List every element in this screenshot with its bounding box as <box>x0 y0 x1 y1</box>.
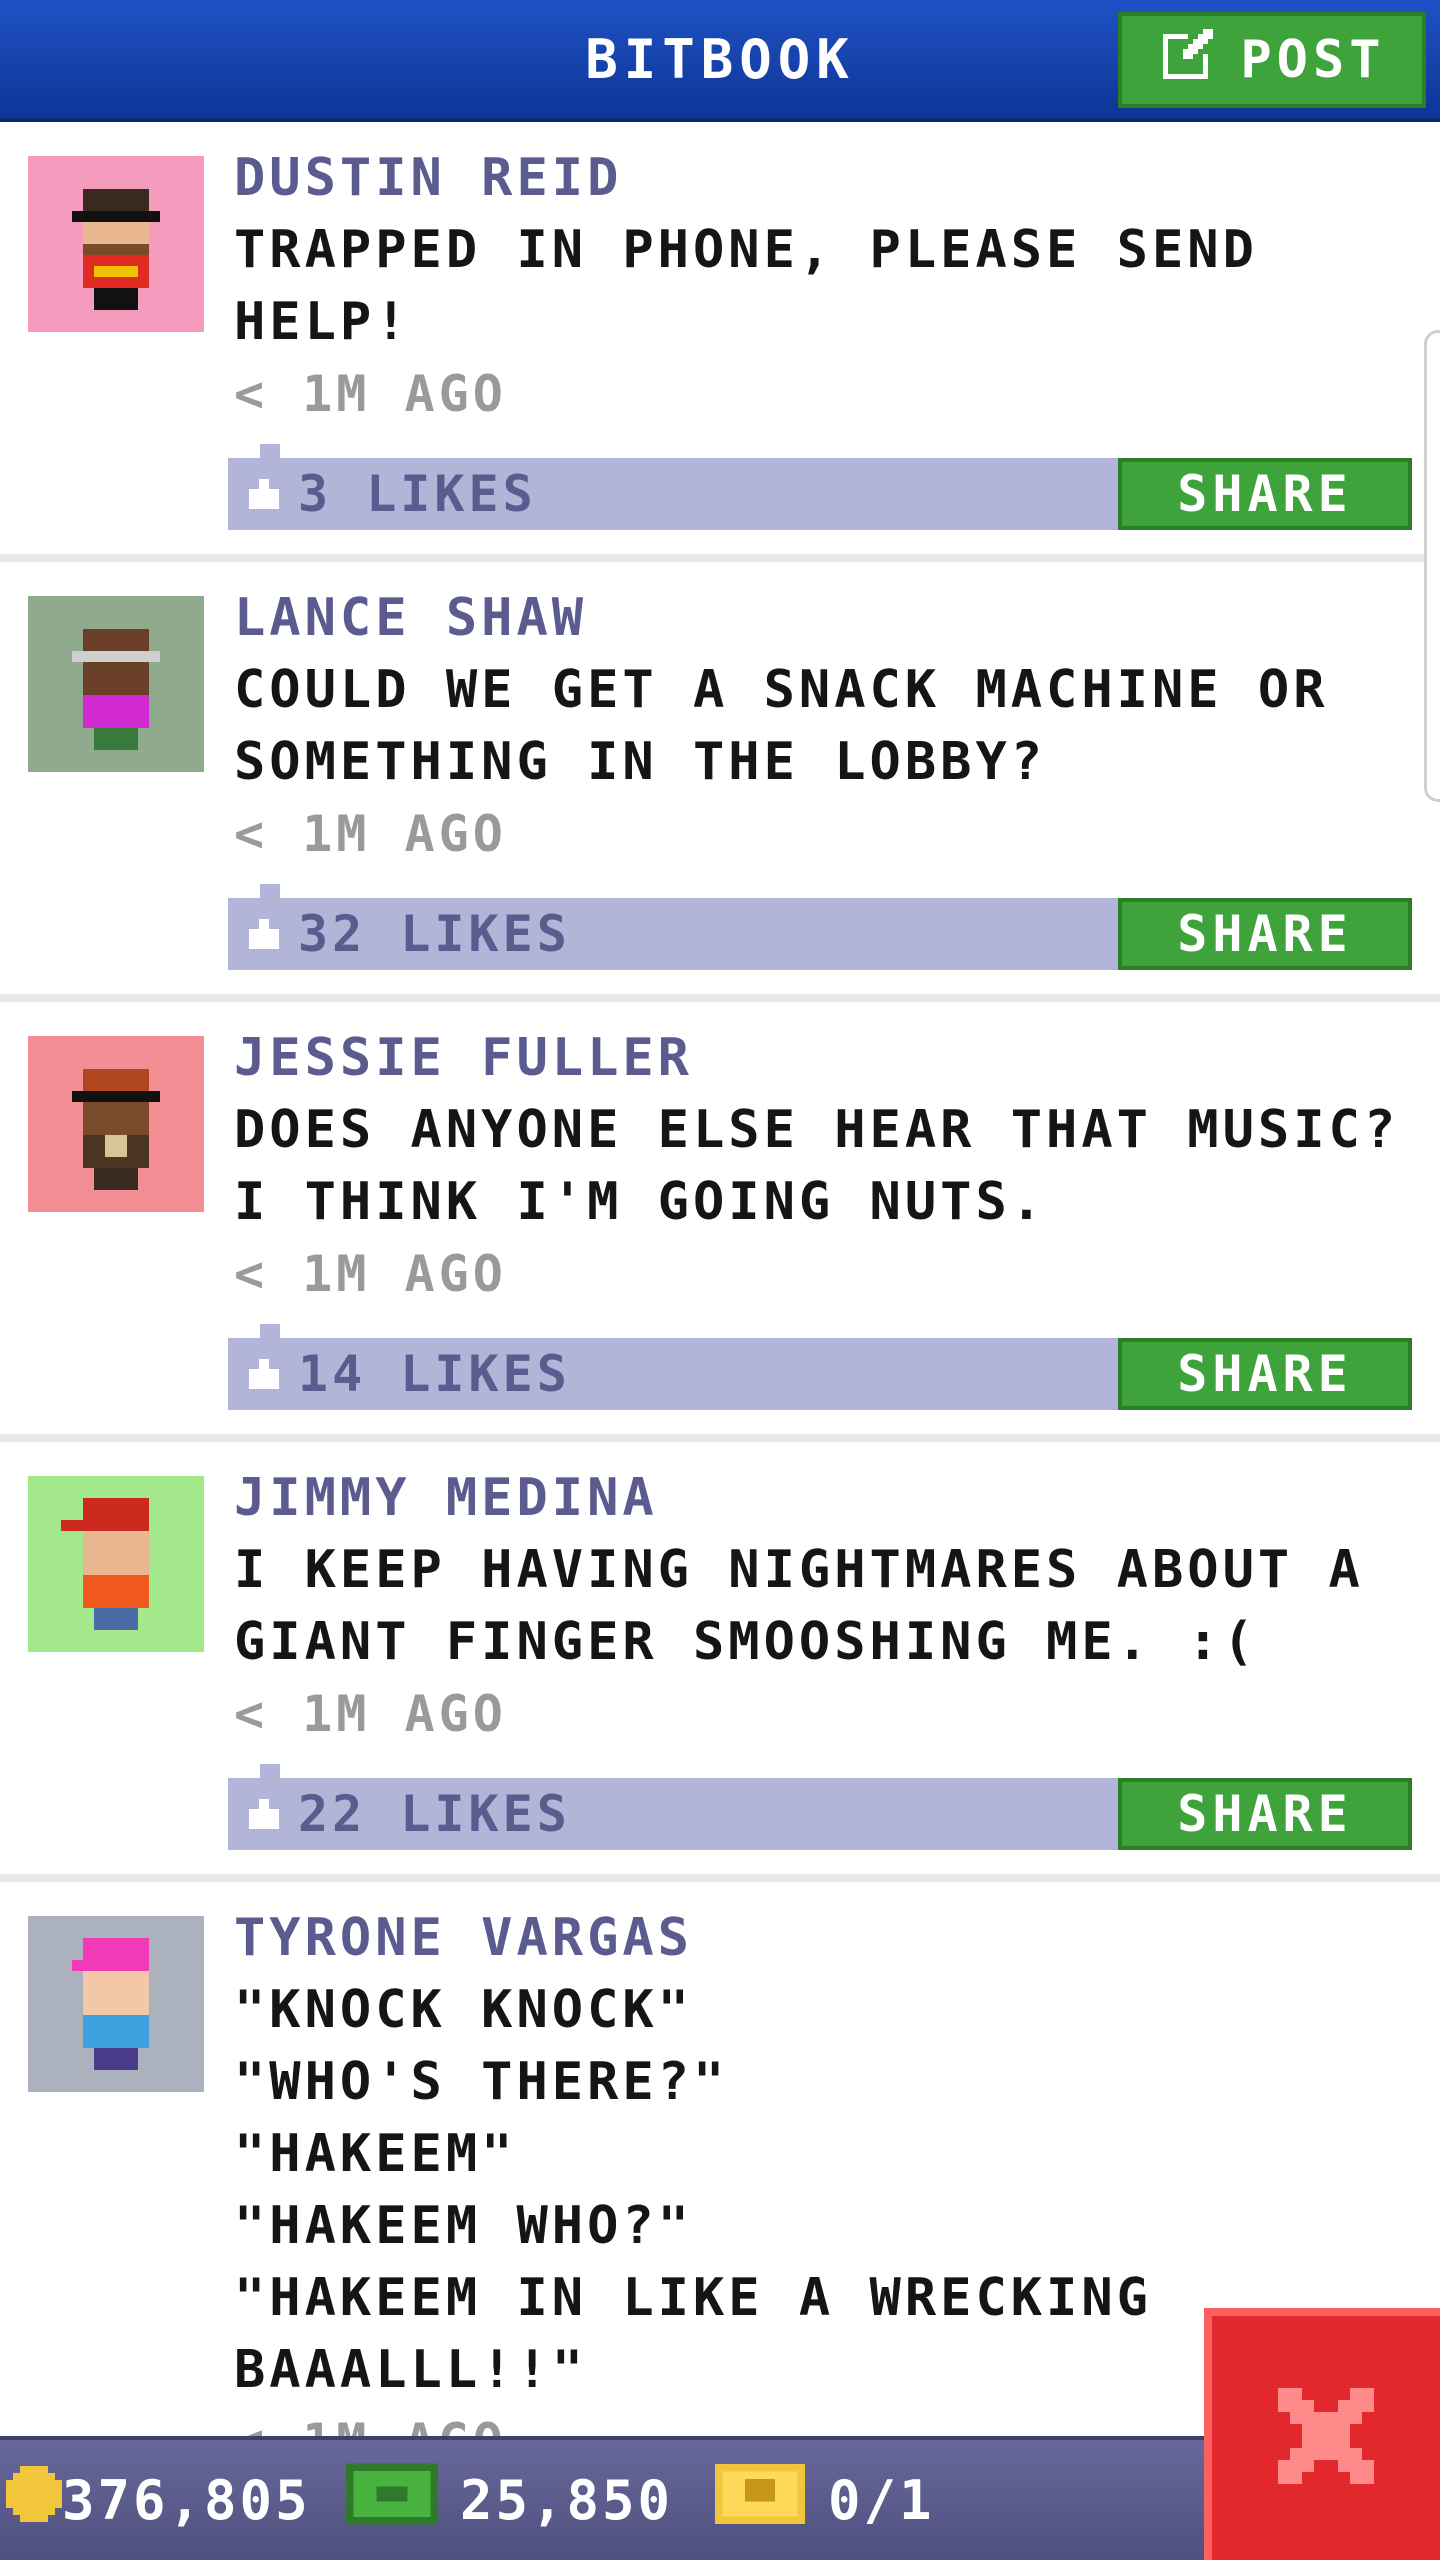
coins-value: 376,805 <box>62 2468 311 2532</box>
thumbs-up-icon[interactable] <box>244 1794 284 1834</box>
like-bar: 14 LIKES SHARE <box>228 1324 1412 1410</box>
post-body: DUSTIN REID TRAPPED IN PHONE, PLEASE SEN… <box>234 142 1412 430</box>
post-text: DOES ANYONE ELSE HEAR THAT MUSIC? I THIN… <box>234 1100 1400 1232</box>
post-time: < 1M AGO <box>234 365 507 423</box>
coins-counter: 376,805 <box>6 2440 311 2560</box>
close-x-icon <box>1266 2376 1386 2500</box>
feed-post: JIMMY MEDINA I KEEP HAVING NIGHTMARES AB… <box>0 1442 1440 1882</box>
edit-square-icon <box>1158 24 1240 97</box>
thumbs-up-icon[interactable] <box>244 474 284 514</box>
scrollbar[interactable] <box>1424 330 1440 802</box>
like-bar: 22 LIKES SHARE <box>228 1764 1412 1850</box>
feed-post: LANCE SHAW COULD WE GET A SNACK MACHINE … <box>0 562 1440 1002</box>
bux-value: 25,850 <box>460 2468 674 2532</box>
like-count[interactable]: 3 LIKES <box>298 465 537 523</box>
like-count[interactable]: 14 LIKES <box>298 1345 571 1403</box>
author-name[interactable]: JESSIE FULLER <box>234 1022 1412 1094</box>
close-button[interactable] <box>1204 2308 1440 2560</box>
post-text: I KEEP HAVING NIGHTMARES ABOUT A GIANT F… <box>234 1540 1364 1672</box>
thumbs-up-icon[interactable] <box>244 1354 284 1394</box>
author-name[interactable]: DUSTIN REID <box>234 142 1412 214</box>
post-body: JIMMY MEDINA I KEEP HAVING NIGHTMARES AB… <box>234 1462 1412 1750</box>
coin-icon <box>6 2465 62 2535</box>
post-text: TRAPPED IN PHONE, PLEASE SEND HELP! <box>234 220 1258 352</box>
feed-post: JESSIE FULLER DOES ANYONE ELSE HEAR THAT… <box>0 1002 1440 1442</box>
author-name[interactable]: JIMMY MEDINA <box>234 1462 1412 1534</box>
like-bar-pointer <box>260 1764 280 1780</box>
avatar[interactable] <box>28 156 204 332</box>
ticket-icon <box>714 2463 806 2537</box>
like-bar: 3 LIKES SHARE <box>228 444 1412 530</box>
share-button[interactable]: SHARE <box>1118 1338 1412 1410</box>
author-name[interactable]: LANCE SHAW <box>234 582 1412 654</box>
post-time: < 1M AGO <box>234 1245 507 1303</box>
like-bar-pointer <box>260 444 280 460</box>
post-body: JESSIE FULLER DOES ANYONE ELSE HEAR THAT… <box>234 1022 1412 1310</box>
bux-icon <box>346 2462 438 2539</box>
thumbs-up-icon[interactable] <box>244 914 284 954</box>
avatar[interactable] <box>28 596 204 772</box>
like-bar-pointer <box>260 884 280 900</box>
post-button-label: POST <box>1240 30 1386 90</box>
feed-post: DUSTIN REID TRAPPED IN PHONE, PLEASE SEN… <box>0 122 1440 562</box>
post-text: COULD WE GET A SNACK MACHINE OR SOMETHIN… <box>234 660 1329 792</box>
tickets-counter: 0/1 <box>714 2440 935 2560</box>
like-bar: 32 LIKES SHARE <box>228 884 1412 970</box>
like-count[interactable]: 22 LIKES <box>298 1785 571 1843</box>
post-time: < 1M AGO <box>234 1685 507 1743</box>
bux-counter: 25,850 <box>346 2440 673 2560</box>
avatar[interactable] <box>28 1916 204 2092</box>
share-button[interactable]: SHARE <box>1118 1778 1412 1850</box>
author-name[interactable]: TYRONE VARGAS <box>234 1902 1412 1974</box>
avatar[interactable] <box>28 1476 204 1652</box>
tickets-value: 0/1 <box>828 2468 935 2532</box>
like-count[interactable]: 32 LIKES <box>298 905 571 963</box>
share-button[interactable]: SHARE <box>1118 458 1412 530</box>
share-button[interactable]: SHARE <box>1118 898 1412 970</box>
post-body: LANCE SHAW COULD WE GET A SNACK MACHINE … <box>234 582 1412 870</box>
news-feed[interactable]: DUSTIN REID TRAPPED IN PHONE, PLEASE SEN… <box>0 122 1440 2436</box>
avatar[interactable] <box>28 1036 204 1212</box>
app-header: BITBOOK POST <box>0 0 1440 122</box>
post-button[interactable]: POST <box>1118 12 1426 108</box>
like-bar-pointer <box>260 1324 280 1340</box>
post-time: < 1M AGO <box>234 805 507 863</box>
